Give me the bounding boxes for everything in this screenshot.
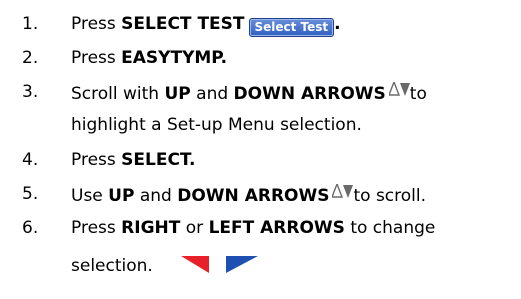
up-down-arrows-icon <box>332 184 354 198</box>
key-name: DOWN ARROWS <box>177 186 330 206</box>
step-text: Scroll with UP and DOWN ARROWS to <box>71 82 427 104</box>
key-name: UP <box>164 84 191 104</box>
key-name: RIGHT <box>121 218 181 238</box>
key-name: EASYTYMP. <box>121 48 228 68</box>
step-number: 6. <box>22 218 39 238</box>
key-name: SELECT TEST <box>121 14 245 34</box>
step-3: 3. Scroll with UP and DOWN ARROWS to <box>0 82 521 104</box>
step-text: Use UP and DOWN ARROWS to scroll. <box>71 184 427 206</box>
step-text: Press RIGHT or LEFT ARROWS to change <box>71 218 436 238</box>
step-number: 5. <box>22 184 39 204</box>
right-arrow-flag-icon <box>225 256 258 273</box>
step-number: 3. <box>22 82 39 102</box>
select-test-button-icon: Select Test <box>248 18 335 37</box>
step-text: Press SELECT TEST Select Test. <box>71 14 341 37</box>
step-number: 4. <box>22 150 39 170</box>
step-number: 1. <box>22 14 39 34</box>
step-6-continuation: selection. <box>71 253 259 276</box>
left-right-arrows-icon <box>180 256 258 273</box>
instruction-list: 1. Press SELECT TEST Select Test. 2. Pres… <box>0 0 521 299</box>
step-text: Press EASYTYMP. <box>71 48 228 68</box>
key-name: SELECT. <box>121 150 196 170</box>
step-2: 2. Press EASYTYMP. <box>0 48 521 68</box>
key-name: LEFT ARROWS <box>208 218 345 238</box>
step-number: 2. <box>22 48 39 68</box>
step-text: Press SELECT. <box>71 150 196 170</box>
step-3-continuation: highlight a Set-up Menu selection. <box>71 115 362 135</box>
key-name: UP <box>108 186 135 206</box>
key-name: DOWN ARROWS <box>233 84 386 104</box>
step-5: 5. Use UP and DOWN ARROWS to scroll. <box>0 184 521 206</box>
step-1: 1. Press SELECT TEST Select Test. <box>0 14 521 37</box>
up-down-arrows-icon <box>388 82 410 96</box>
step-6: 6. Press RIGHT or LEFT ARROWS to change <box>0 218 521 238</box>
step-4: 4. Press SELECT. <box>0 150 521 170</box>
left-arrow-flag-icon <box>180 256 209 273</box>
